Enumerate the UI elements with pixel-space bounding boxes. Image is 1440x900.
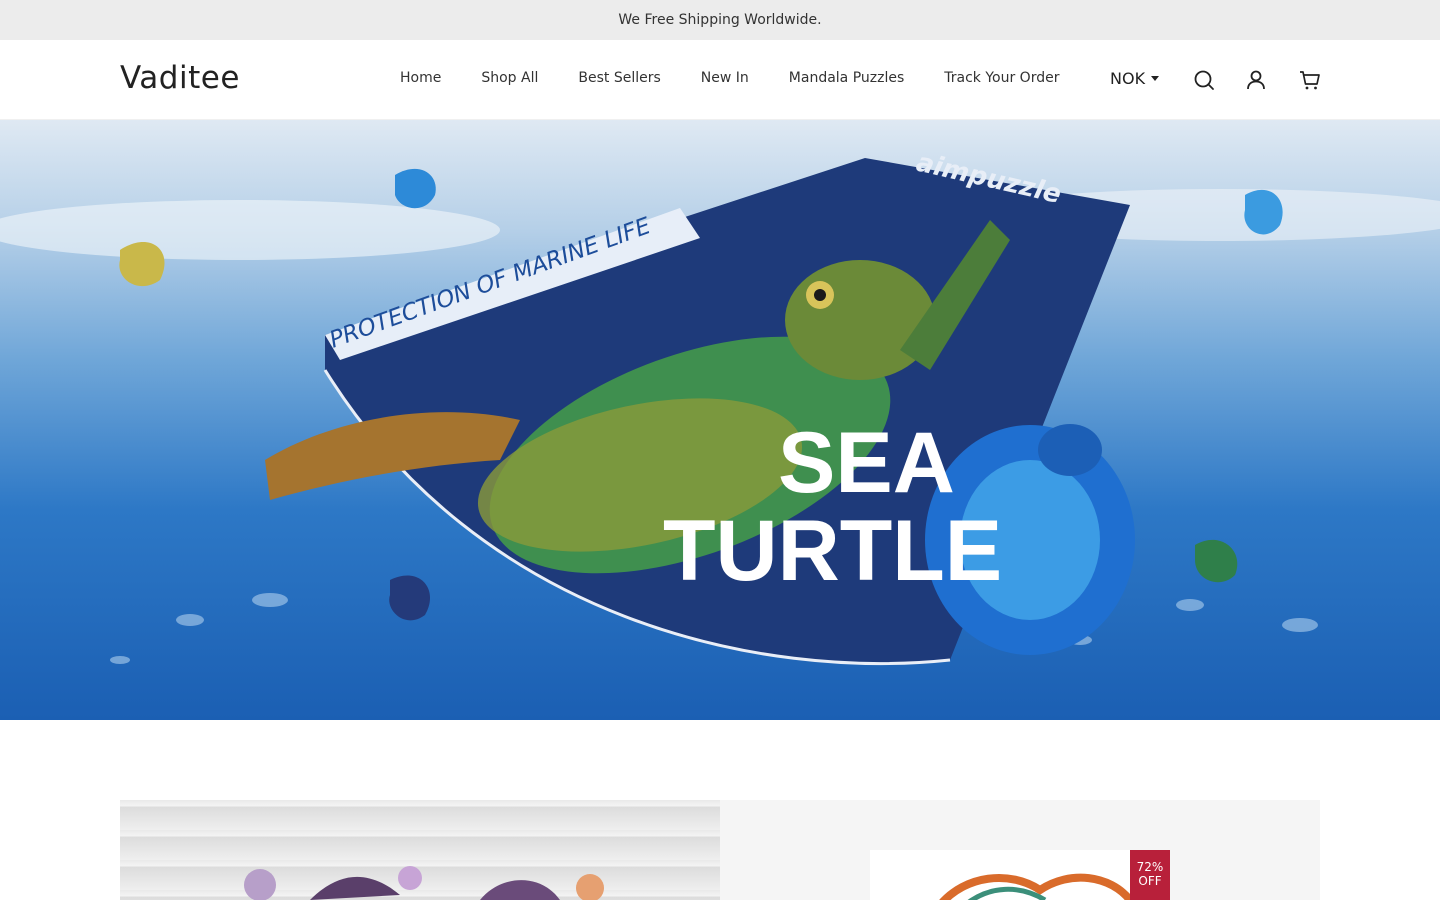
product-card[interactable] <box>870 850 1170 900</box>
chevron-down-icon <box>1151 76 1160 81</box>
currency-selector[interactable]: NOK <box>1110 69 1160 88</box>
account-icon[interactable] <box>1244 68 1268 92</box>
site-logo[interactable]: Vaditee <box>120 60 240 96</box>
discount-badge: 72% OFF <box>1130 850 1170 900</box>
cart-icon[interactable] <box>1298 68 1322 92</box>
nav-home[interactable]: Home <box>380 70 461 86</box>
featured-product-panel: 72% OFF <box>720 800 1320 900</box>
announcement-text: We Free Shipping Worldwide. <box>618 12 822 28</box>
hero-title-line2: TURTLE <box>663 503 1002 599</box>
search-icon[interactable] <box>1192 68 1216 92</box>
nav-mandala-puzzles[interactable]: Mandala Puzzles <box>769 70 924 86</box>
nav-track-your-order[interactable]: Track Your Order <box>924 70 1079 86</box>
hero-banner[interactable]: aimpuzzle PROTECTION OF MARINE LIFE SEA … <box>0 120 1440 720</box>
featured-puzzle-art <box>244 866 604 900</box>
currency-label: NOK <box>1110 69 1146 88</box>
discount-label: OFF <box>1138 874 1162 888</box>
dragon-puzzle-image <box>939 873 1134 900</box>
nav-best-sellers[interactable]: Best Sellers <box>558 70 680 86</box>
discount-percent: 72% <box>1136 860 1164 874</box>
hero-title-line1: SEA <box>778 415 955 511</box>
featured-collection-image[interactable] <box>120 800 720 900</box>
site-header: Vaditee Home Shop All Best Sellers New I… <box>0 40 1440 120</box>
nav-new-in[interactable]: New In <box>681 70 769 86</box>
main-nav: Home Shop All Best Sellers New In Mandal… <box>380 70 1079 86</box>
announcement-bar: We Free Shipping Worldwide. <box>0 0 1440 40</box>
nav-shop-all[interactable]: Shop All <box>461 70 558 86</box>
hero-illustration: aimpuzzle PROTECTION OF MARINE LIFE SEA … <box>0 148 1440 666</box>
